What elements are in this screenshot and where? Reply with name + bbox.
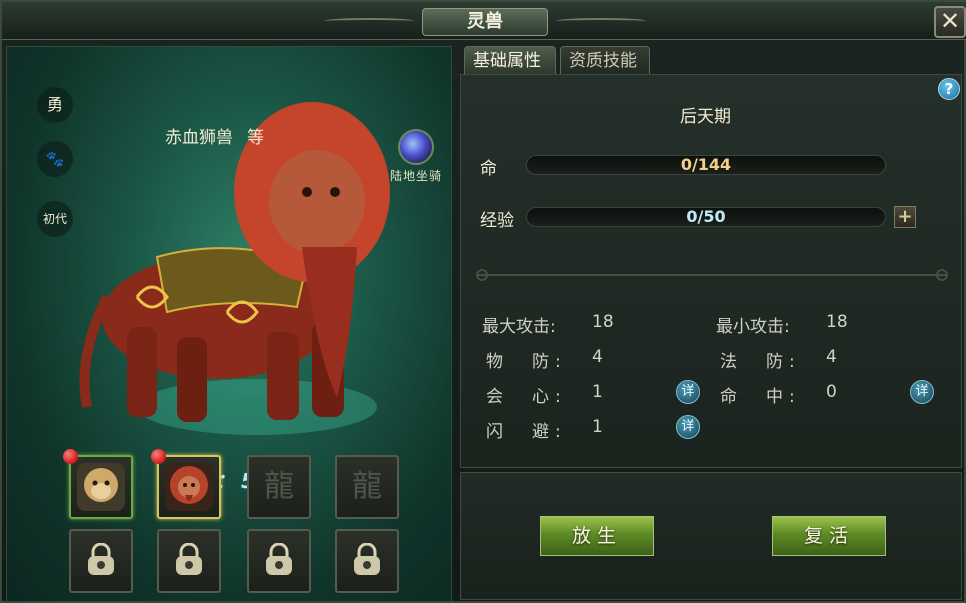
pet-slot-5[interactable] bbox=[69, 529, 133, 593]
lock-icon bbox=[88, 543, 114, 575]
mount-badge[interactable]: 陆地坐骑 bbox=[383, 129, 449, 187]
pet-slot-6[interactable] bbox=[157, 529, 221, 593]
notification-dot bbox=[151, 449, 166, 464]
cultivation-stage: 后天期 bbox=[680, 107, 731, 127]
mount-type-label: 陆地坐骑 bbox=[389, 169, 442, 183]
monkey-portrait-icon bbox=[77, 463, 125, 511]
exp-label: 经验 bbox=[480, 211, 514, 231]
stat-label: 最大攻击: bbox=[482, 317, 556, 337]
stat-value: 18 bbox=[826, 312, 848, 332]
release-button[interactable]: 放生 bbox=[540, 516, 654, 556]
stat-label: 闪 避: bbox=[486, 422, 567, 442]
tab-basic-attributes[interactable]: 基础属性 bbox=[464, 46, 556, 74]
divider-end-right bbox=[936, 269, 948, 281]
tab-aptitude-skills[interactable]: 资质技能 bbox=[560, 46, 650, 74]
pet-slot-1[interactable] bbox=[63, 449, 133, 519]
stat-label: 会 心: bbox=[486, 387, 567, 407]
dragon-icon: 龍 bbox=[352, 469, 382, 504]
life-label: 命 bbox=[480, 159, 497, 179]
close-button[interactable]: ✕ bbox=[934, 6, 966, 38]
crit-detail-button[interactable]: 详 bbox=[676, 380, 700, 404]
pet-slot-3[interactable]: 龍 bbox=[247, 455, 311, 519]
pet-level-label: 等 bbox=[247, 128, 264, 148]
help-icon[interactable]: ? bbox=[938, 78, 960, 100]
add-exp-button[interactable]: + bbox=[894, 206, 916, 228]
section-divider bbox=[476, 274, 948, 276]
mount-orb-icon bbox=[398, 129, 434, 165]
stat-value: 4 bbox=[826, 347, 837, 367]
title-ornament-right bbox=[556, 18, 646, 24]
pet-name: 赤血狮兽 bbox=[165, 128, 233, 148]
pet-slot-4[interactable]: 龍 bbox=[335, 455, 399, 519]
title-bar: 灵兽 ✕ bbox=[2, 2, 966, 40]
lion-portrait-icon bbox=[165, 463, 213, 511]
hit-detail-button[interactable]: 详 bbox=[910, 380, 934, 404]
life-bar: 0/144 bbox=[526, 155, 886, 175]
stat-value: 18 bbox=[592, 312, 614, 332]
pet-slot-7[interactable] bbox=[247, 529, 311, 593]
stat-label: 法 防: bbox=[720, 352, 801, 372]
title-ornament-left bbox=[324, 18, 414, 24]
stat-value: 1 bbox=[592, 417, 603, 437]
pet-window: 灵兽 ✕ 勇 🐾 初代 赤血狮兽 等 陆地坐骑 龍 龍 基础属性 资质技能 ? … bbox=[0, 0, 966, 603]
stat-value: 1 bbox=[592, 382, 603, 402]
exp-bar: 0/50 bbox=[526, 207, 886, 227]
pet-slot-8[interactable] bbox=[335, 529, 399, 593]
pet-display-panel: 勇 🐾 初代 赤血狮兽 等 陆地坐骑 龍 龍 bbox=[6, 46, 452, 602]
lock-icon bbox=[176, 543, 202, 575]
stat-label: 命 中: bbox=[720, 387, 801, 407]
window-title: 灵兽 bbox=[422, 8, 548, 36]
pet-portrait-lion bbox=[79, 102, 390, 435]
action-panel bbox=[460, 472, 962, 600]
dragon-icon: 龍 bbox=[264, 469, 294, 504]
stat-value: 4 bbox=[592, 347, 603, 367]
pet-slot-2[interactable] bbox=[151, 449, 221, 519]
revive-button[interactable]: 复活 bbox=[772, 516, 886, 556]
attributes-panel bbox=[460, 74, 962, 468]
lock-icon bbox=[266, 543, 292, 575]
stat-label: 物 防: bbox=[486, 352, 567, 372]
stat-label: 最小攻击: bbox=[716, 317, 790, 337]
dodge-detail-button[interactable]: 详 bbox=[676, 415, 700, 439]
lock-icon bbox=[354, 543, 380, 575]
notification-dot bbox=[63, 449, 78, 464]
stat-value: 0 bbox=[826, 382, 837, 402]
